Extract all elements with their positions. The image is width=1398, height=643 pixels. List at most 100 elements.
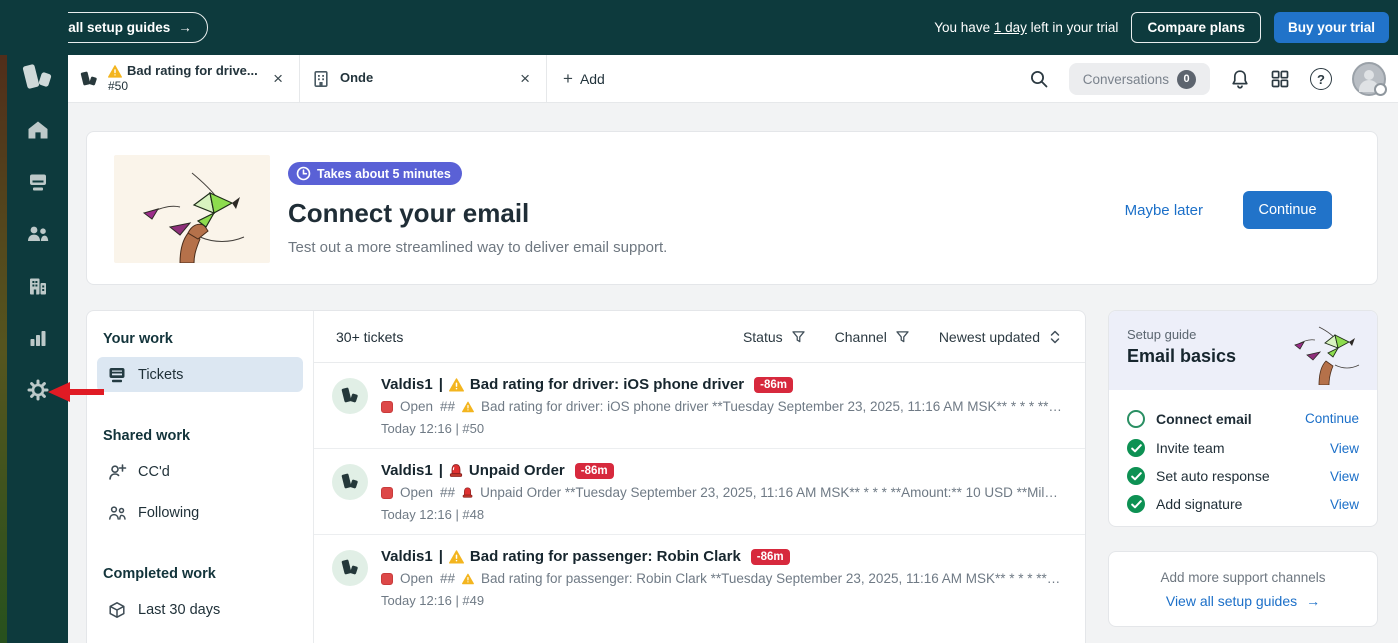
ticket-status: Open: [400, 485, 433, 500]
app-sidebar: [7, 0, 68, 643]
notifications-button[interactable]: [1230, 69, 1250, 90]
nav-item-ccd[interactable]: CC'd: [97, 454, 303, 489]
siren-icon: [449, 463, 463, 478]
intercom-logo[interactable]: [18, 58, 58, 98]
sidebar-item-reports[interactable]: [25, 326, 51, 350]
connect-email-banner: Takes about 5 minutes Connect your email…: [86, 131, 1378, 285]
sla-time-badge: -86m: [754, 377, 793, 393]
check-icon: [1127, 467, 1145, 485]
continue-button[interactable]: Continue: [1243, 191, 1332, 229]
open-status-icon: [381, 573, 393, 585]
nav-item-last-30-days[interactable]: Last 30 days: [97, 592, 303, 627]
ticket-status: Open: [400, 399, 433, 414]
annotation-arrow-to-settings: [46, 379, 108, 405]
open-status-icon: [381, 401, 393, 413]
tab-title: Bad rating for drive...: [127, 63, 258, 79]
shared-work-heading: Shared work: [103, 428, 303, 444]
title-separator: |: [439, 548, 443, 565]
maybe-later-link[interactable]: Maybe later: [1125, 202, 1203, 219]
add-tab-button[interactable]: + Add: [547, 55, 621, 102]
origami-hand-illustration: [114, 155, 270, 263]
nav-item-tickets[interactable]: Tickets: [97, 357, 303, 392]
banner-title: Connect your email: [288, 198, 667, 229]
setup-step-invite-team[interactable]: Invite team View: [1127, 434, 1359, 462]
conversations-count-badge: 0: [1177, 70, 1196, 89]
trial-suffix: left in your trial: [1031, 20, 1119, 35]
preview-hashes: ##: [440, 485, 455, 500]
cube-icon: [107, 601, 127, 619]
nav-item-label: Tickets: [138, 367, 183, 383]
open-status-icon: [381, 487, 393, 499]
ticket-list-header: 30+ tickets Status Channel: [314, 311, 1085, 363]
ticket-count: 30+ tickets: [336, 329, 403, 345]
main-content: Takes about 5 minutes Connect your email…: [68, 103, 1398, 643]
banner-subtitle: Test out a more streamlined way to deliv…: [288, 239, 667, 256]
setup-step-action-link[interactable]: View: [1330, 469, 1359, 484]
channel-filter-label: Channel: [835, 329, 887, 345]
ticket-preview: Unpaid Order **Tuesday September 23, 202…: [480, 485, 1065, 500]
arrow-right-icon: →: [1306, 593, 1320, 609]
nav-item-label: Last 30 days: [138, 602, 220, 618]
search-icon: [1029, 69, 1049, 89]
compare-plans-button[interactable]: Compare plans: [1131, 12, 1261, 43]
search-button[interactable]: [1029, 69, 1049, 89]
setup-step-set-auto-response[interactable]: Set auto response View: [1127, 462, 1359, 490]
buy-your-trial-button[interactable]: Buy your trial: [1274, 12, 1389, 43]
tickets-icon: [107, 366, 127, 384]
sidebar-item-contacts[interactable]: [25, 222, 51, 246]
inbox-card: Your work Tickets Shared work: [86, 310, 1086, 643]
setup-step-action-link[interactable]: Continue: [1305, 411, 1359, 426]
close-tab-icon[interactable]: ×: [269, 69, 287, 89]
setup-step-add-signature[interactable]: Add signature View: [1127, 490, 1359, 518]
status-filter[interactable]: Status: [743, 328, 807, 345]
user-avatar[interactable]: [1352, 62, 1386, 96]
apps-button[interactable]: [1270, 69, 1290, 89]
setup-step-label: Set auto response: [1156, 468, 1319, 484]
ticket-title: Bad rating for driver: iOS phone driver: [470, 376, 744, 393]
channel-filter[interactable]: Channel: [835, 328, 911, 345]
help-button[interactable]: ?: [1310, 68, 1332, 90]
trial-days-left: 1 day: [994, 20, 1027, 35]
sidebar-item-inbox[interactable]: [25, 170, 51, 194]
ticket-user: Valdis1: [381, 376, 433, 393]
siren-icon: [462, 486, 473, 499]
avatar-silhouette: [1364, 70, 1374, 80]
setup-step-label: Add signature: [1156, 496, 1319, 512]
close-tab-icon[interactable]: ×: [516, 69, 534, 89]
ticket-preview: Bad rating for passenger: Robin Clark **…: [481, 571, 1065, 586]
setup-step-action-link[interactable]: View: [1330, 497, 1359, 512]
warning-icon: [449, 550, 464, 564]
sla-time-badge: -86m: [751, 549, 790, 565]
bell-icon: [1230, 69, 1250, 90]
sort-control[interactable]: Newest updated: [939, 328, 1063, 346]
duration-badge-label: Takes about 5 minutes: [317, 167, 451, 181]
conversations-pill[interactable]: Conversations 0: [1069, 63, 1210, 95]
view-all-setup-guides-link-label: View all setup guides: [1166, 593, 1297, 609]
ticket-user: Valdis1: [381, 462, 433, 479]
sidebar-item-companies[interactable]: [25, 274, 51, 298]
conversations-label: Conversations: [1083, 72, 1169, 87]
tab-onde[interactable]: Onde ×: [300, 55, 547, 102]
more-channels-text: Add more support channels: [1160, 570, 1325, 585]
more-channels-card: Add more support channels View all setup…: [1108, 551, 1378, 627]
ticket-row[interactable]: Valdis1 | Unpaid Order -86m Open #: [314, 448, 1085, 534]
tab-title: Onde: [340, 70, 373, 86]
trial-prefix: You have: [934, 20, 990, 35]
funnel-icon: [790, 328, 807, 345]
status-filter-label: Status: [743, 329, 783, 345]
setup-step-connect-email[interactable]: Connect email Continue: [1127, 403, 1359, 434]
ticket-row[interactable]: Valdis1 | Bad rating for driver: iOS pho…: [314, 363, 1085, 448]
warning-icon: [449, 378, 464, 392]
check-icon: [1127, 495, 1145, 513]
sort-label: Newest updated: [939, 329, 1040, 345]
sidebar-item-home[interactable]: [25, 118, 51, 142]
avatar-status-dot: [1374, 83, 1387, 96]
duration-badge: Takes about 5 minutes: [288, 162, 462, 185]
completed-work-heading: Completed work: [103, 566, 303, 582]
nav-item-following[interactable]: Following: [97, 495, 303, 530]
setup-step-action-link[interactable]: View: [1330, 441, 1359, 456]
view-all-setup-guides-link[interactable]: View all setup guides →: [1166, 593, 1320, 609]
plus-icon: +: [563, 69, 573, 89]
ticket-row[interactable]: Valdis1 | Bad rating for passenger: Robi…: [314, 534, 1085, 620]
tab-ticket-50[interactable]: Bad rating for drive... #50 ×: [68, 55, 300, 102]
